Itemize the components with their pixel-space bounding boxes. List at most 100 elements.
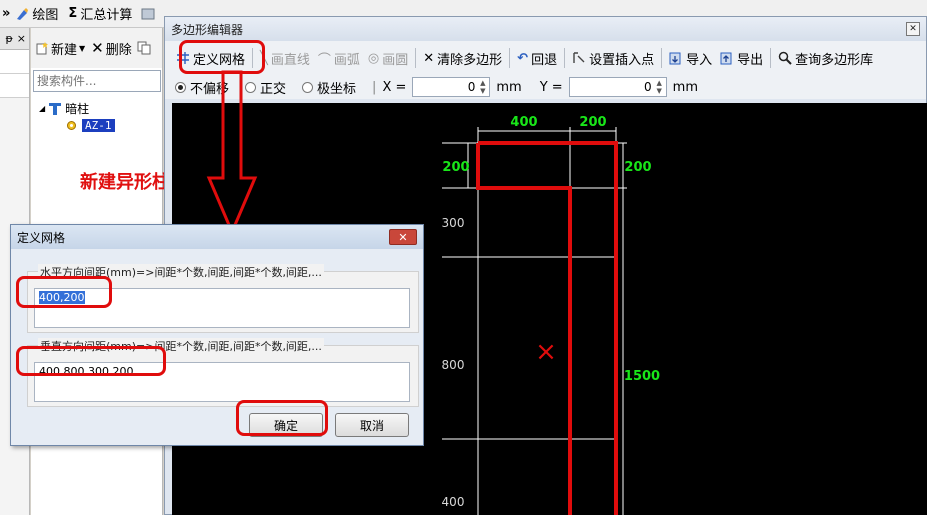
grid-icon xyxy=(176,51,190,65)
circle-icon: ◎ xyxy=(367,50,380,66)
delete-component-button[interactable]: ✕ 删除 xyxy=(91,39,132,58)
toolbar-overflow-chevron[interactable]: » xyxy=(2,6,10,21)
draw-line-label: 画直线 xyxy=(270,52,310,68)
horizontal-spacing-value: 400,200 xyxy=(39,291,85,304)
annotation-arrow xyxy=(206,70,258,236)
left-dock-row xyxy=(0,74,29,98)
editor-toolbar: 定义网格 ╲ 画直线 ⌒ 画弧 ◎ 画圆 ✕ 清除多边形 ↶ 回退 设置插入点 … xyxy=(165,41,926,75)
export-icon xyxy=(720,51,734,65)
new-component-label: 新建 xyxy=(51,42,78,58)
dim-label-top-400: 400 xyxy=(510,115,537,130)
import-label: 导入 xyxy=(686,52,713,68)
annotation-new-special-column: 新建异形柱 xyxy=(80,172,170,193)
toolbar-separator xyxy=(770,48,772,68)
dim-label-right-1500: 1500 xyxy=(624,369,660,384)
set-insert-point-button[interactable]: 设置插入点 xyxy=(571,47,655,70)
sigma-icon: Σ xyxy=(68,6,78,21)
spin-arrows-icon[interactable]: ▲ ▼ xyxy=(477,79,488,95)
dim-label-right-200: 200 xyxy=(624,160,651,175)
tree-child-label: AZ-1 xyxy=(82,119,115,132)
draw-line-button[interactable]: ╲ 画直线 xyxy=(259,47,311,70)
draw-icon xyxy=(15,7,29,21)
x-spinbox[interactable]: 0 ▲ ▼ xyxy=(412,77,491,97)
dim-label-top-200: 200 xyxy=(579,115,606,130)
delete-component-label: 删除 xyxy=(105,42,132,58)
new-component-button[interactable]: 新建 ▼ xyxy=(35,39,85,58)
dialog-close-button[interactable]: ✕ xyxy=(389,229,417,245)
insert-point-marker: × xyxy=(535,337,557,367)
vertical-spacing-input[interactable]: 400,800,300,200 xyxy=(34,362,410,402)
define-grid-label: 定义网格 xyxy=(193,52,246,68)
new-icon xyxy=(35,41,49,55)
grid-label-left-300: 300 xyxy=(442,216,465,230)
clear-icon: ✕ xyxy=(423,50,435,66)
line-icon: ╲ xyxy=(260,50,268,66)
vertical-spacing-label: 垂直方向间距(mm)=>间距*个数,间距,间距*个数,间距,... xyxy=(38,338,324,354)
sum-calc-label: 汇总计算 xyxy=(80,8,133,23)
dim-label-left-200: 200 xyxy=(442,160,469,175)
import-button[interactable]: 导入 xyxy=(668,47,713,70)
ok-button[interactable]: 确定 xyxy=(249,413,323,437)
toolbar-misc-icon[interactable] xyxy=(141,7,155,21)
radio-polar-label: 极坐标 xyxy=(317,81,357,97)
column-type-icon xyxy=(48,102,62,116)
dialog-titlebar: 定义网格 ✕ xyxy=(11,225,423,249)
component-gear-icon xyxy=(65,119,78,132)
component-tree: ◢ 暗柱 AZ-1 xyxy=(31,94,162,132)
radio-polar[interactable]: 极坐标 xyxy=(302,78,356,97)
editor-title: 多边形编辑器 xyxy=(171,22,244,37)
radio-dot xyxy=(175,81,186,93)
x-value: 0 xyxy=(467,80,476,94)
coordinate-bar: 不偏移 正交 极坐标 | X = 0 ▲ ▼ mm Y = 0 ▲ ▼ mm xyxy=(165,75,926,99)
define-grid-dialog: 定义网格 ✕ 水平方向间距(mm)=>间距*个数,间距,间距*个数,间距,...… xyxy=(10,224,424,446)
left-dock-header: ᵽ × xyxy=(0,28,29,50)
draw-button[interactable]: 绘图 xyxy=(10,3,63,25)
export-button[interactable]: 导出 xyxy=(719,47,764,70)
sum-calc-button[interactable]: Σ 汇总计算 xyxy=(63,3,137,25)
draw-label: 绘图 xyxy=(32,8,59,23)
copy-icon[interactable] xyxy=(137,41,151,55)
x-label: X = xyxy=(382,79,407,95)
tree-expand-icon[interactable]: ◢ xyxy=(39,104,45,113)
tree-node-az1[interactable]: AZ-1 xyxy=(65,119,162,132)
coord-separator: | xyxy=(372,79,377,95)
export-label: 导出 xyxy=(737,52,764,68)
query-polygon-library-button[interactable]: 查询多边形库 xyxy=(777,47,874,70)
delete-icon: ✕ xyxy=(91,39,104,57)
draw-circle-button[interactable]: ◎ 画圆 xyxy=(367,47,409,70)
horizontal-spacing-input[interactable]: 400,200 xyxy=(34,288,410,328)
define-grid-button[interactable]: 定义网格 xyxy=(175,47,246,70)
radio-dot xyxy=(302,81,314,93)
y-spinbox[interactable]: 0 ▲ ▼ xyxy=(568,77,667,97)
grid-label-left-400: 400 xyxy=(442,495,465,509)
vertical-spacing-group: 垂直方向间距(mm)=>间距*个数,间距,间距*个数,间距,... 400,80… xyxy=(27,338,419,407)
spin-arrows-icon[interactable]: ▲ ▼ xyxy=(654,79,665,95)
toolbar-separator xyxy=(252,48,254,68)
undo-button[interactable]: ↶ 回退 xyxy=(516,47,558,70)
clear-polygon-label: 清除多边形 xyxy=(437,52,503,68)
chevron-down-icon: ▼ xyxy=(79,43,86,53)
left-dock-row xyxy=(0,50,29,74)
toolbar-separator xyxy=(661,48,663,68)
pin-icon[interactable]: ᵽ xyxy=(5,32,12,45)
horizontal-spacing-group: 水平方向间距(mm)=>间距*个数,间距,间距*个数,间距,... 400,20… xyxy=(27,264,419,333)
undo-label: 回退 xyxy=(531,52,558,68)
query-polygon-library-label: 查询多边形库 xyxy=(795,52,874,68)
grid-label-left-800: 800 xyxy=(442,358,465,372)
cancel-button[interactable]: 取消 xyxy=(335,413,409,437)
tree-node-dark-column[interactable]: ◢ 暗柱 xyxy=(39,100,162,117)
undo-icon: ↶ xyxy=(517,50,529,66)
editor-close-button[interactable]: ✕ xyxy=(906,22,920,36)
x-unit: mm xyxy=(496,79,522,95)
draw-arc-button[interactable]: ⌒ 画弧 xyxy=(317,47,361,70)
component-search-input[interactable] xyxy=(33,70,161,92)
clear-polygon-button[interactable]: ✕ 清除多边形 xyxy=(422,47,503,70)
editor-titlebar: 多边形编辑器 ✕ xyxy=(165,17,926,41)
y-label: Y = xyxy=(539,79,563,95)
close-icon[interactable]: × xyxy=(17,32,26,45)
toolbar-separator xyxy=(415,48,417,68)
search-icon xyxy=(778,51,792,65)
arc-icon: ⌒ xyxy=(317,52,331,68)
dialog-title: 定义网格 xyxy=(17,230,66,245)
y-unit: mm xyxy=(672,79,698,95)
